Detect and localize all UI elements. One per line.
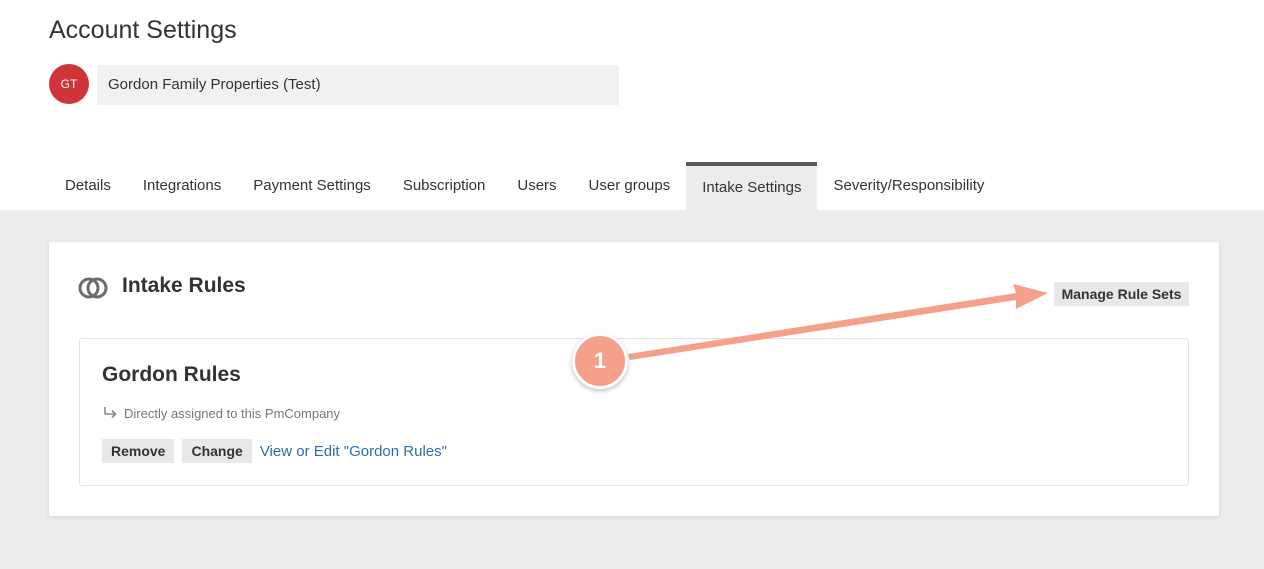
assignment-info: Directly assigned to this PmCompany [102, 405, 340, 421]
remove-button[interactable]: Remove [102, 439, 175, 463]
tab-integrations[interactable]: Integrations [127, 162, 237, 210]
return-arrow-icon [104, 407, 117, 419]
intake-rules-card: Intake Rules Manage Rule Sets Gordon Rul… [49, 242, 1219, 516]
ruleset-actions: Remove Change View or Edit "Gordon Rules… [102, 439, 447, 463]
avatar[interactable]: GT [49, 64, 89, 104]
tab-details[interactable]: Details [49, 162, 127, 210]
tab-subscription[interactable]: Subscription [387, 162, 502, 210]
manage-rule-sets-button[interactable]: Manage Rule Sets [1054, 282, 1189, 306]
tab-payment-settings[interactable]: Payment Settings [237, 162, 387, 210]
ruleset-panel: Gordon Rules Directly assigned to this P… [79, 338, 1189, 486]
company-name-field[interactable]: Gordon Family Properties (Test) [97, 65, 619, 105]
tab-severity-responsibility[interactable]: Severity/Responsibility [817, 162, 1000, 210]
page-header: Account Settings GT Gordon Family Proper… [0, 0, 1264, 210]
intake-rules-title: Intake Rules [122, 274, 246, 297]
step-number-badge: 1 [572, 333, 628, 389]
assignment-text: Directly assigned to this PmCompany [124, 405, 341, 421]
page-title: Account Settings [49, 16, 237, 44]
view-edit-ruleset-link[interactable]: View or Edit "Gordon Rules" [260, 443, 447, 460]
ruleset-name: Gordon Rules [102, 363, 241, 386]
settings-tabs: Details Integrations Payment Settings Su… [49, 162, 1000, 210]
tab-user-groups[interactable]: User groups [573, 162, 687, 210]
change-button[interactable]: Change [182, 439, 252, 463]
overlapping-circles-icon [78, 277, 108, 299]
tab-users[interactable]: Users [501, 162, 572, 210]
tab-intake-settings[interactable]: Intake Settings [686, 162, 818, 210]
